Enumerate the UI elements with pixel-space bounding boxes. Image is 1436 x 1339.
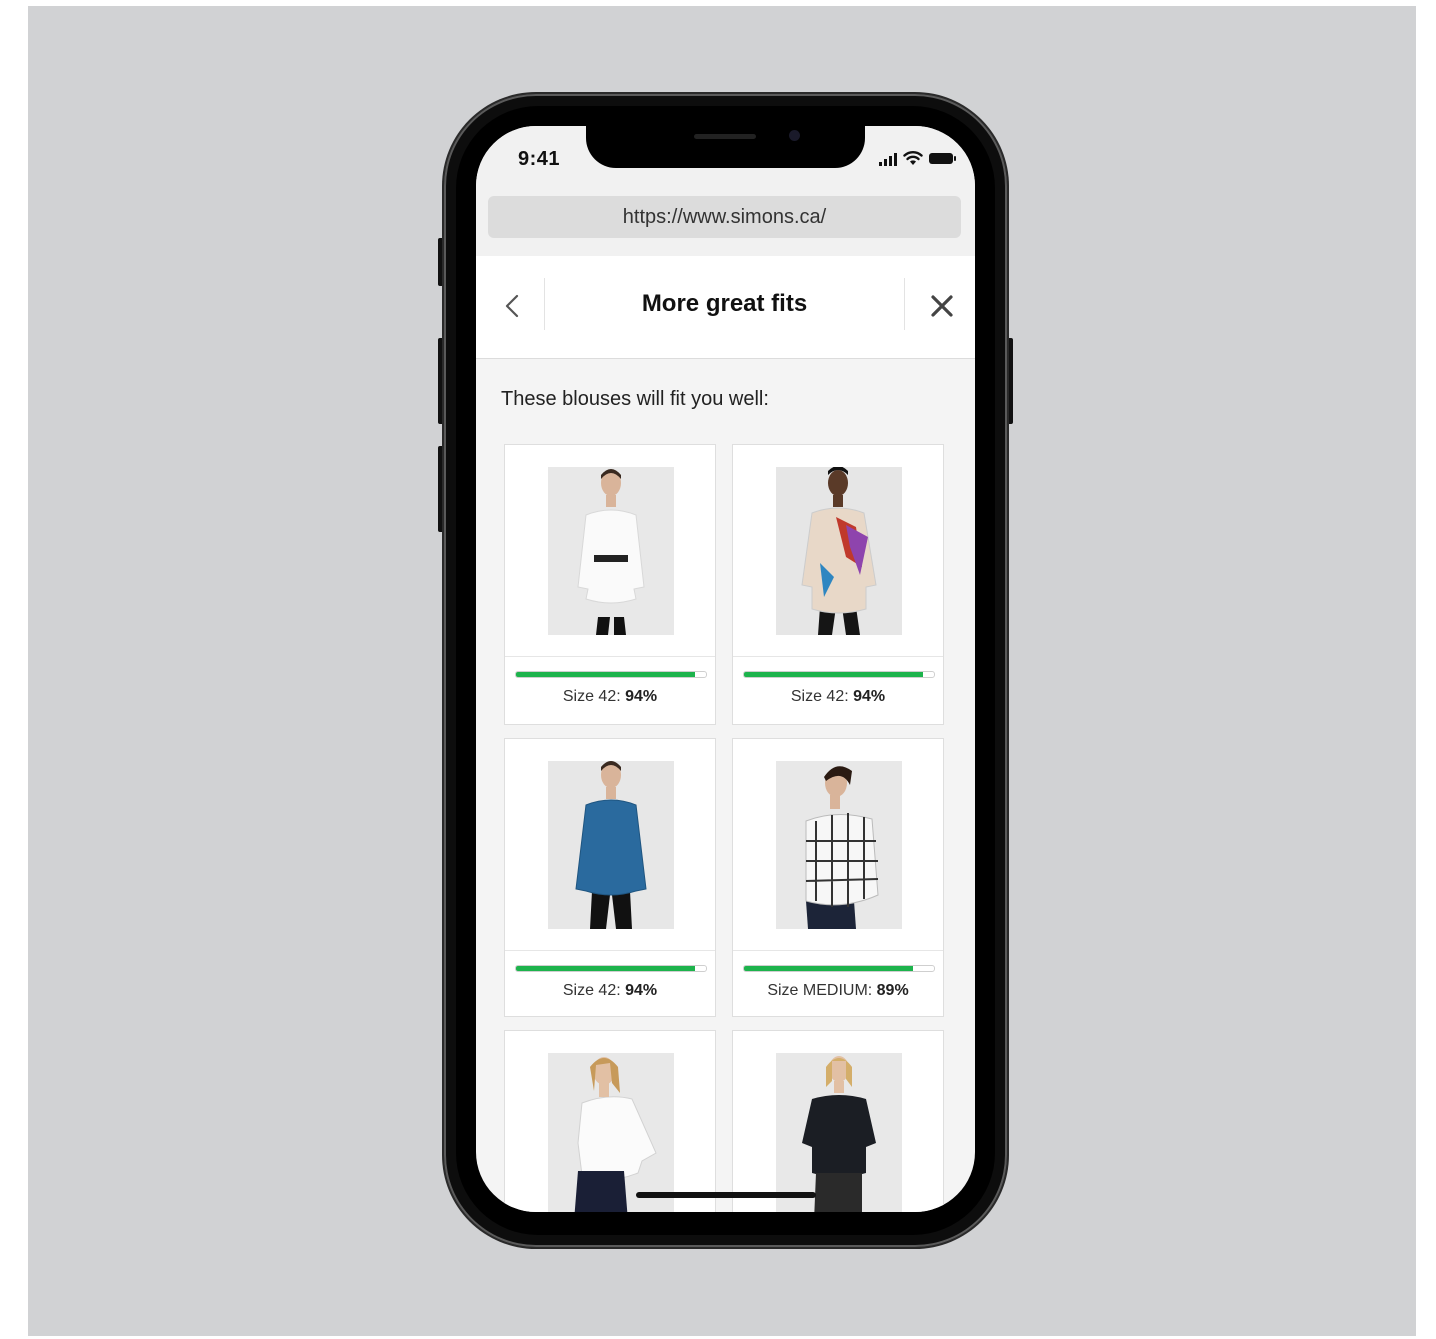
product-image-area [733, 739, 943, 951]
fit-score-bar [515, 965, 707, 972]
product-card[interactable]: Size 42: 94% [504, 444, 716, 725]
product-card[interactable]: Size 42: 94% [732, 444, 944, 725]
fit-label: Size 42: 94% [562, 688, 658, 705]
url-bar[interactable]: https://www.simons.ca/ [488, 196, 961, 238]
status-icons [879, 150, 956, 166]
intro-text: These blouses will fit you well: [501, 388, 769, 410]
product-card[interactable] [732, 1030, 944, 1212]
product-photo [548, 467, 674, 635]
product-card[interactable]: Size 42: 94% [504, 738, 716, 1017]
back-button[interactable] [492, 286, 532, 326]
fit-score-bar [515, 671, 707, 678]
wifi-icon [903, 151, 923, 165]
product-photo [548, 1053, 674, 1212]
product-photo [776, 1053, 902, 1212]
fit-label: Size 42: 94% [562, 982, 658, 999]
product-card[interactable] [504, 1030, 716, 1212]
url-text: https://www.simons.ca/ [622, 205, 827, 228]
product-photo [548, 761, 674, 929]
battery-icon [929, 153, 956, 164]
phone-screen: 9:41 https://www.simons.ca/ More great f… [476, 126, 975, 1212]
product-image-area [505, 1031, 715, 1212]
speaker-grille [694, 134, 756, 139]
fit-score-bar [743, 965, 935, 972]
product-image-area [505, 445, 715, 657]
fit-label: Size MEDIUM: 89% [767, 982, 909, 999]
product-image-area [505, 739, 715, 951]
product-photo [776, 761, 902, 929]
status-time: 9:41 [518, 148, 561, 170]
product-card[interactable]: Size MEDIUM: 89% [732, 738, 944, 1017]
fit-score-bar [743, 671, 935, 678]
product-image-area [733, 445, 943, 657]
product-photo [776, 467, 902, 635]
page-header: More great fits [476, 256, 975, 359]
product-image-area [733, 1031, 943, 1212]
cellular-signal-icon [879, 152, 897, 166]
front-camera [789, 130, 800, 141]
header-divider [544, 278, 545, 330]
notch [586, 126, 865, 168]
header-divider [904, 278, 905, 330]
chevron-left-icon [505, 294, 519, 318]
fit-label: Size 42: 94% [790, 688, 886, 705]
home-indicator[interactable] [636, 1192, 816, 1198]
close-button[interactable] [922, 286, 962, 326]
close-icon [931, 295, 953, 317]
page-title: More great fits [641, 290, 808, 317]
